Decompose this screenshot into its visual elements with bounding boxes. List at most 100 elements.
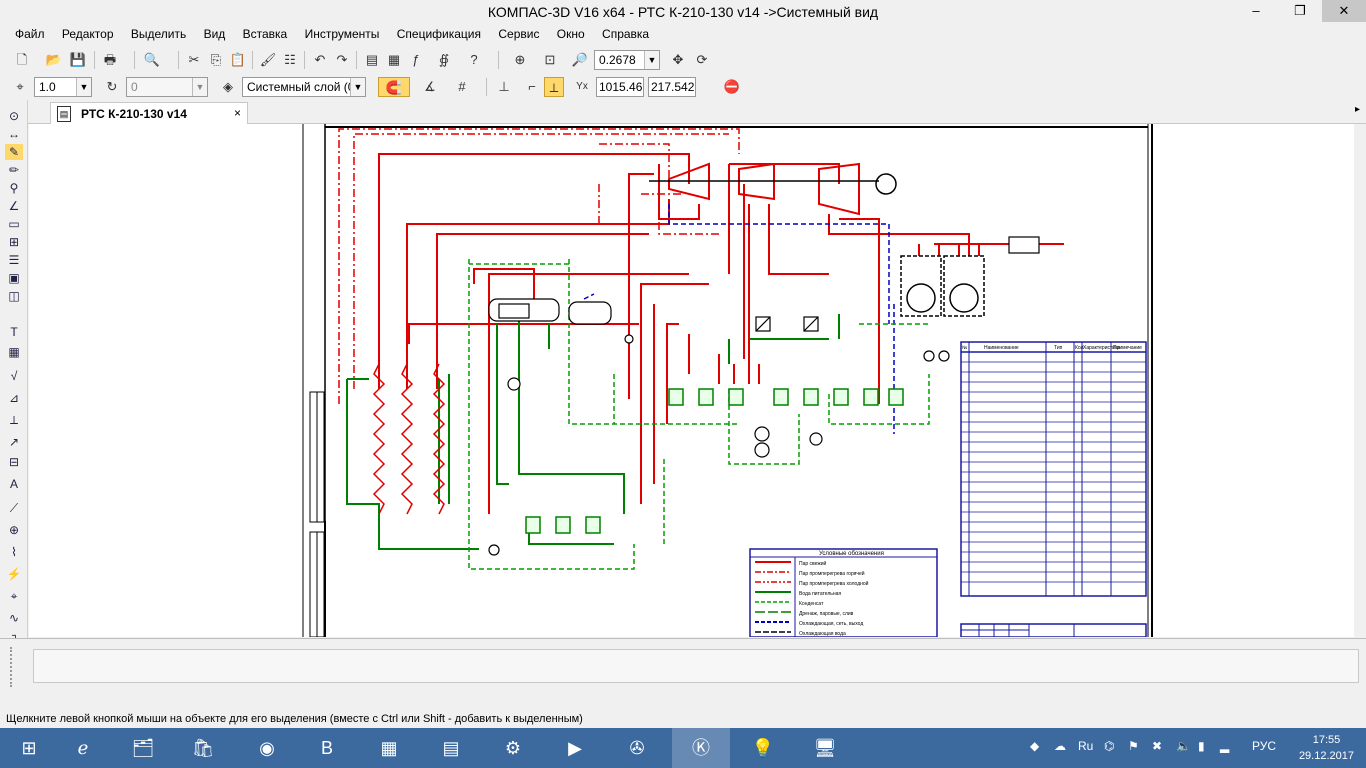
new-file-icon[interactable]: 🗋 bbox=[12, 50, 32, 70]
stop-icon[interactable]: ⛔ bbox=[722, 77, 742, 97]
input-language[interactable]: РУС bbox=[1252, 739, 1276, 753]
menu-select[interactable]: Выделить bbox=[124, 24, 193, 41]
undo-icon[interactable]: ↶ bbox=[310, 50, 330, 70]
properties-icon[interactable]: ☷ bbox=[280, 50, 300, 70]
local-cs-icon[interactable]: ⊥ bbox=[494, 77, 514, 97]
cloud-icon[interactable]: ☁ bbox=[1054, 739, 1066, 753]
refresh-icon[interactable]: ⟳ bbox=[692, 50, 712, 70]
lang-ru-icon[interactable]: Ru bbox=[1078, 739, 1093, 753]
signal-icon[interactable]: ▂ bbox=[1220, 739, 1229, 753]
menu-help[interactable]: Справка bbox=[595, 24, 656, 41]
dropbox-icon[interactable]: ◆ bbox=[1030, 739, 1039, 753]
drawing-canvas[interactable]: № Наименование Тип Кол Характеристика Пр… bbox=[29, 124, 1354, 638]
library-icon[interactable]: ▦ bbox=[384, 50, 404, 70]
menu-insert[interactable]: Вставка bbox=[236, 24, 295, 41]
redo-icon[interactable]: ↷ bbox=[332, 50, 352, 70]
document-tab[interactable]: ▤ РТС К-210-130 v14 × bbox=[50, 102, 248, 124]
zoom-icon[interactable]: 🔎 bbox=[570, 50, 590, 70]
report-icon[interactable]: ▣ bbox=[5, 270, 23, 286]
volume-icon[interactable]: 🔈 bbox=[1176, 739, 1191, 753]
remote-icon[interactable]: 🖥 bbox=[796, 728, 854, 768]
save-icon[interactable]: 💾 bbox=[68, 50, 88, 70]
text-align-icon[interactable]: A bbox=[5, 476, 23, 492]
select-icon[interactable]: ▭ bbox=[5, 216, 23, 232]
no-network-icon[interactable]: ✖ bbox=[1152, 739, 1162, 753]
settings-icon[interactable]: ⚙ bbox=[484, 728, 542, 768]
menu-service[interactable]: Сервис bbox=[491, 24, 546, 41]
spec-icon[interactable]: ☰ bbox=[5, 252, 23, 268]
axis-icon[interactable]: ⟋ bbox=[5, 500, 23, 516]
bulb-icon[interactable]: 💡 bbox=[734, 728, 792, 768]
network-icon[interactable]: ⌬ bbox=[1104, 739, 1114, 753]
store-icon[interactable]: 🛍 bbox=[174, 728, 232, 768]
start-icon[interactable]: ⊞ bbox=[0, 728, 58, 768]
help-cursor-icon[interactable]: ? bbox=[464, 50, 484, 70]
panel-grip-icon[interactable] bbox=[10, 647, 24, 687]
command-area[interactable] bbox=[33, 649, 1359, 683]
menu-editor[interactable]: Редактор bbox=[55, 24, 121, 41]
measure-icon[interactable]: ∠ bbox=[5, 198, 23, 214]
frame-icon[interactable]: ⊟ bbox=[5, 454, 23, 470]
copy-properties-icon[interactable]: 🖌 bbox=[258, 50, 278, 70]
tolerance-icon[interactable]: ⟂ bbox=[5, 412, 23, 428]
base-icon[interactable]: ⊿ bbox=[5, 390, 23, 406]
chrome-icon[interactable]: ◉ bbox=[238, 728, 296, 768]
target-icon[interactable]: ⌖ bbox=[5, 588, 23, 604]
close-icon[interactable]: × bbox=[234, 106, 241, 120]
zoom-all-icon[interactable]: ⊡ bbox=[540, 50, 560, 70]
menu-tools[interactable]: Инструменты bbox=[298, 24, 387, 41]
ie-icon[interactable]: ℯ bbox=[54, 728, 112, 768]
youtube-icon[interactable]: ▶ bbox=[546, 728, 604, 768]
text-icon[interactable]: T bbox=[5, 324, 23, 340]
layer-combo[interactable]: Системный слой (0) ▼ bbox=[242, 77, 366, 97]
snap-binding-icon[interactable]: 🧲 bbox=[378, 77, 410, 97]
calculator-icon[interactable]: ▦ bbox=[360, 728, 418, 768]
associative-view-icon[interactable]: ⊞ bbox=[5, 234, 23, 250]
ortho-mode-icon[interactable]: ⌐ bbox=[522, 77, 542, 97]
edit-icon[interactable]: ✏ bbox=[5, 162, 23, 178]
maximize-button[interactable]: ❐ bbox=[1278, 0, 1322, 22]
variables-icon[interactable]: ƒ bbox=[406, 50, 426, 70]
menu-specification[interactable]: Спецификация bbox=[390, 24, 488, 41]
coord-y-field[interactable]: 217.542 bbox=[648, 77, 696, 97]
chevron-right-icon[interactable]: ▸ bbox=[1355, 104, 1360, 115]
chevron-down-icon[interactable]: ▼ bbox=[644, 51, 659, 69]
table-icon[interactable]: ▦ bbox=[5, 344, 23, 360]
print-icon[interactable]: 🖶 bbox=[100, 50, 120, 70]
round-icon[interactable]: ⟂ bbox=[544, 77, 564, 97]
orthogonal-icon[interactable]: ∡ bbox=[420, 77, 440, 97]
menu-window[interactable]: Окно bbox=[550, 24, 592, 41]
open-file-icon[interactable]: 📂 bbox=[44, 50, 64, 70]
zoom-window-icon[interactable]: ⊕ bbox=[510, 50, 530, 70]
copy-icon[interactable]: ⎘ bbox=[206, 50, 226, 70]
parametrization-icon[interactable]: ⚲ bbox=[5, 180, 23, 196]
close-button[interactable]: ✕ bbox=[1322, 0, 1366, 22]
roughness-icon[interactable]: √ bbox=[5, 368, 23, 384]
grid-icon[interactable]: # bbox=[452, 77, 472, 97]
minimize-button[interactable]: – bbox=[1234, 0, 1278, 22]
battery-icon[interactable]: ▮ bbox=[1198, 739, 1205, 753]
snap-icon[interactable]: ⌖ bbox=[10, 77, 30, 97]
geometry-icon[interactable]: ⊙ bbox=[5, 108, 23, 124]
explorer-icon[interactable]: 🗂 bbox=[114, 728, 172, 768]
center-icon[interactable]: ⊕ bbox=[5, 522, 23, 538]
break-line-icon[interactable]: ⌇ bbox=[5, 544, 23, 560]
print-preview-icon[interactable]: 🔍 bbox=[142, 50, 162, 70]
designations-icon[interactable]: ✎ bbox=[5, 144, 23, 160]
bolt-icon[interactable]: ⚡ bbox=[5, 566, 23, 582]
manager-icon[interactable]: ▤ bbox=[362, 50, 382, 70]
action-center-icon[interactable]: ⚑ bbox=[1128, 739, 1139, 753]
kompas-icon[interactable]: Ⓚ bbox=[672, 728, 730, 768]
cut-icon[interactable]: ✂ bbox=[184, 50, 204, 70]
pan-icon[interactable]: ✥ bbox=[668, 50, 688, 70]
chevron-down-icon[interactable]: ▼ bbox=[76, 78, 91, 96]
leader-icon[interactable]: ↗ bbox=[5, 434, 23, 450]
media-icon[interactable]: ✇ bbox=[608, 728, 666, 768]
zoom-combo[interactable]: 0.2678 ▼ bbox=[594, 50, 660, 70]
chevron-down-icon[interactable]: ▼ bbox=[350, 78, 365, 96]
dimensions-icon[interactable]: ↔ bbox=[5, 126, 23, 142]
step-combo[interactable]: 1.0 ▼ bbox=[34, 77, 92, 97]
insert-icon[interactable]: ◫ bbox=[5, 288, 23, 304]
vk-icon[interactable]: В bbox=[298, 728, 356, 768]
vertical-scrollbar[interactable] bbox=[1354, 124, 1366, 637]
